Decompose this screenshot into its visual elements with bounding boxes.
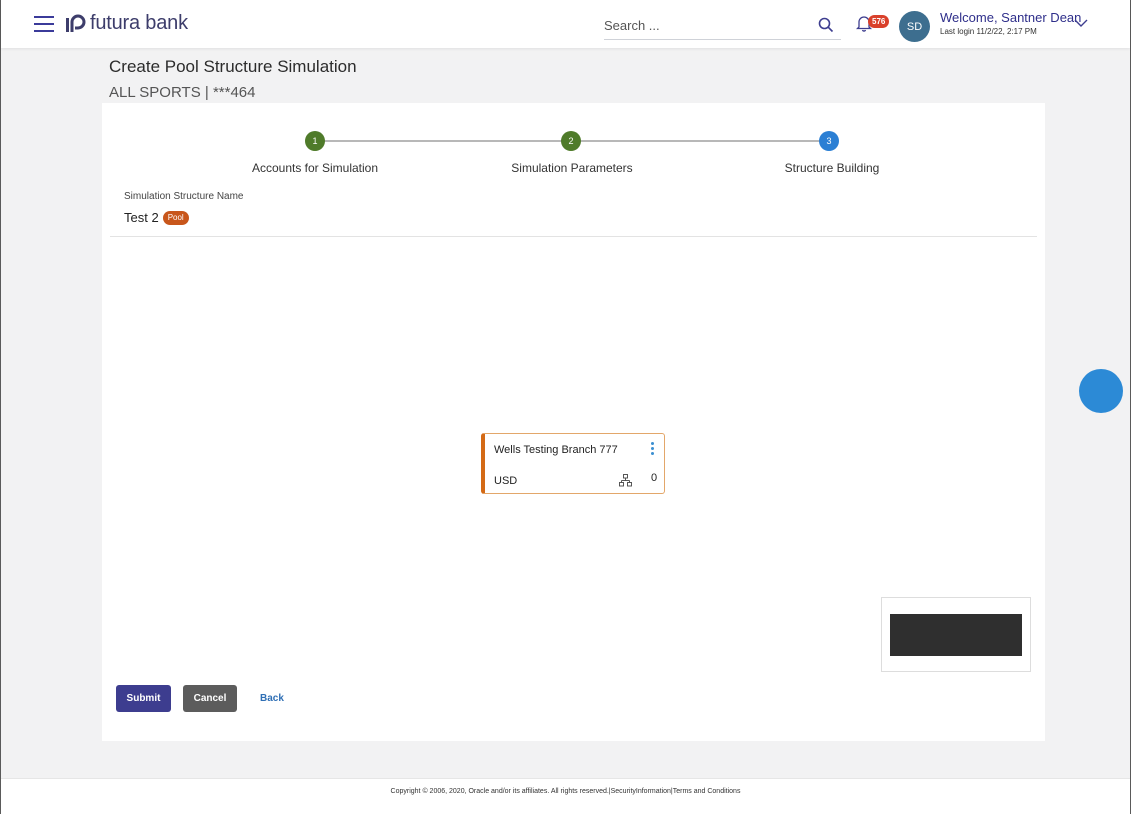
- search-bar: [604, 12, 841, 40]
- structure-minimap[interactable]: [881, 597, 1031, 672]
- hierarchy-icon: [619, 474, 632, 487]
- stepper-connector: [324, 140, 572, 142]
- search-input[interactable]: [604, 12, 804, 38]
- notifications-button[interactable]: 576: [855, 14, 890, 37]
- top-header: futura bank 576 SD Welcome, Santner Dean…: [1, 0, 1130, 48]
- section-divider: [110, 236, 1037, 237]
- hamburger-menu-icon[interactable]: [34, 16, 54, 32]
- step-3-label: Structure Building: [784, 161, 880, 175]
- last-login-text: Last login 11/2/22, 2:17 PM: [940, 27, 1037, 36]
- avatar[interactable]: SD: [899, 11, 930, 42]
- step-1-label: Accounts for Simulation: [251, 161, 379, 175]
- step-2-label: Simulation Parameters: [511, 161, 633, 175]
- structure-node-card[interactable]: Wells Testing Branch 777 USD 0: [481, 433, 665, 494]
- brand-name: futura bank: [90, 12, 188, 34]
- node-child-count: 0: [651, 472, 658, 484]
- node-currency: USD: [494, 475, 518, 487]
- futura-logo-icon: [66, 14, 86, 32]
- submit-button[interactable]: Submit: [116, 685, 171, 712]
- simulation-name-value: Test 2 Pool: [124, 210, 189, 225]
- step-2-indicator: 2: [561, 131, 581, 151]
- step-1-indicator: 1: [305, 131, 325, 151]
- brand-logo[interactable]: futura bank: [65, 12, 188, 35]
- search-icon[interactable]: [817, 16, 835, 34]
- main-panel: 1 2 3 Accounts for Simulation Simulation…: [102, 103, 1045, 741]
- chevron-down-icon[interactable]: [1074, 19, 1088, 28]
- stepper-connector: [580, 140, 828, 142]
- back-link[interactable]: Back: [260, 693, 284, 704]
- step-3-indicator: 3: [819, 131, 839, 151]
- notification-count-badge: 576: [868, 15, 890, 28]
- node-account-name: Wells Testing Branch 777: [494, 444, 618, 456]
- minimap-viewport[interactable]: [890, 614, 1022, 656]
- pool-type-badge: Pool: [162, 210, 189, 225]
- user-menu[interactable]: Welcome, Santner Dean Last login 11/2/22…: [940, 10, 1081, 36]
- help-chat-button[interactable]: [1079, 369, 1123, 413]
- progress-stepper: 1 2 3 Accounts for Simulation Simulation…: [102, 125, 1045, 185]
- kebab-menu-icon[interactable]: [651, 442, 655, 456]
- simulation-name-label: Simulation Structure Name: [124, 191, 244, 202]
- welcome-text: Welcome, Santner Dean: [940, 10, 1082, 25]
- simulation-name-text: Test 2: [124, 210, 159, 225]
- footer-copyright: Copyright © 2006, 2020, Oracle and/or it…: [390, 788, 741, 795]
- cancel-button[interactable]: Cancel: [183, 685, 237, 712]
- page-title: Create Pool Structure Simulation: [109, 57, 357, 76]
- page-subtitle: ALL SPORTS | ***464: [109, 84, 256, 101]
- footer: Copyright © 2006, 2020, Oracle and/or it…: [1, 778, 1130, 814]
- app-frame: futura bank 576 SD Welcome, Santner Dean…: [0, 0, 1131, 814]
